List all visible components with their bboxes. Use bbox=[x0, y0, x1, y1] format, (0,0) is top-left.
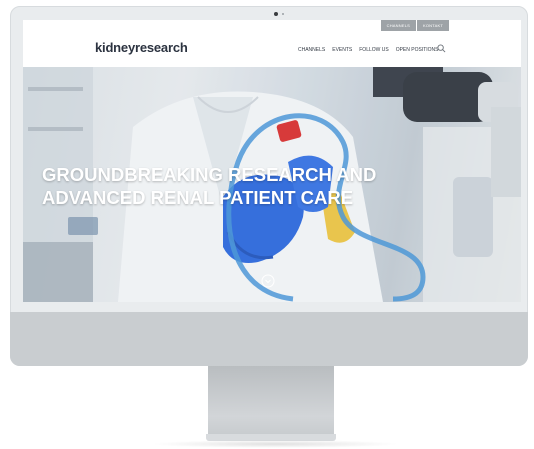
floor-shadow bbox=[150, 440, 400, 448]
hero-banner: GROUNDBREAKING RESEARCH AND ADVANCED REN… bbox=[23, 67, 521, 302]
hero-headline-line-2: ADVANCED RENAL PATIENT CARE bbox=[42, 187, 354, 208]
utility-link-contact[interactable]: KONTAKT bbox=[417, 20, 449, 31]
monitor-stand bbox=[208, 366, 334, 438]
website-screen: CHANNELS KONTAKT kidneyresearch CHANNELS… bbox=[23, 20, 521, 302]
hero-headline-line-1: GROUNDBREAKING RESEARCH AND bbox=[42, 164, 377, 185]
nav-item-channels[interactable]: CHANNELS bbox=[298, 47, 325, 53]
monitor-chin bbox=[10, 312, 528, 366]
camera-icon bbox=[274, 12, 278, 16]
hero-headline: GROUNDBREAKING RESEARCH AND ADVANCED REN… bbox=[42, 163, 376, 209]
chevron-down-icon[interactable] bbox=[261, 274, 275, 288]
utility-bar: CHANNELS KONTAKT bbox=[380, 20, 449, 31]
site-logo[interactable]: kidneyresearch bbox=[95, 40, 188, 55]
nav-item-follow-us[interactable]: FOLLOW US bbox=[359, 47, 388, 53]
nav-menu: CHANNELS EVENTS FOLLOW US OPEN POSITIONS bbox=[298, 47, 439, 53]
utility-link-channels[interactable]: CHANNELS bbox=[380, 20, 416, 31]
main-navigation: kidneyresearch CHANNELS EVENTS FOLLOW US… bbox=[23, 34, 521, 66]
camera-light bbox=[282, 13, 284, 15]
nav-item-open-positions[interactable]: OPEN POSITIONS bbox=[396, 47, 439, 53]
search-icon[interactable] bbox=[437, 44, 446, 53]
nav-item-events[interactable]: EVENTS bbox=[332, 47, 352, 53]
